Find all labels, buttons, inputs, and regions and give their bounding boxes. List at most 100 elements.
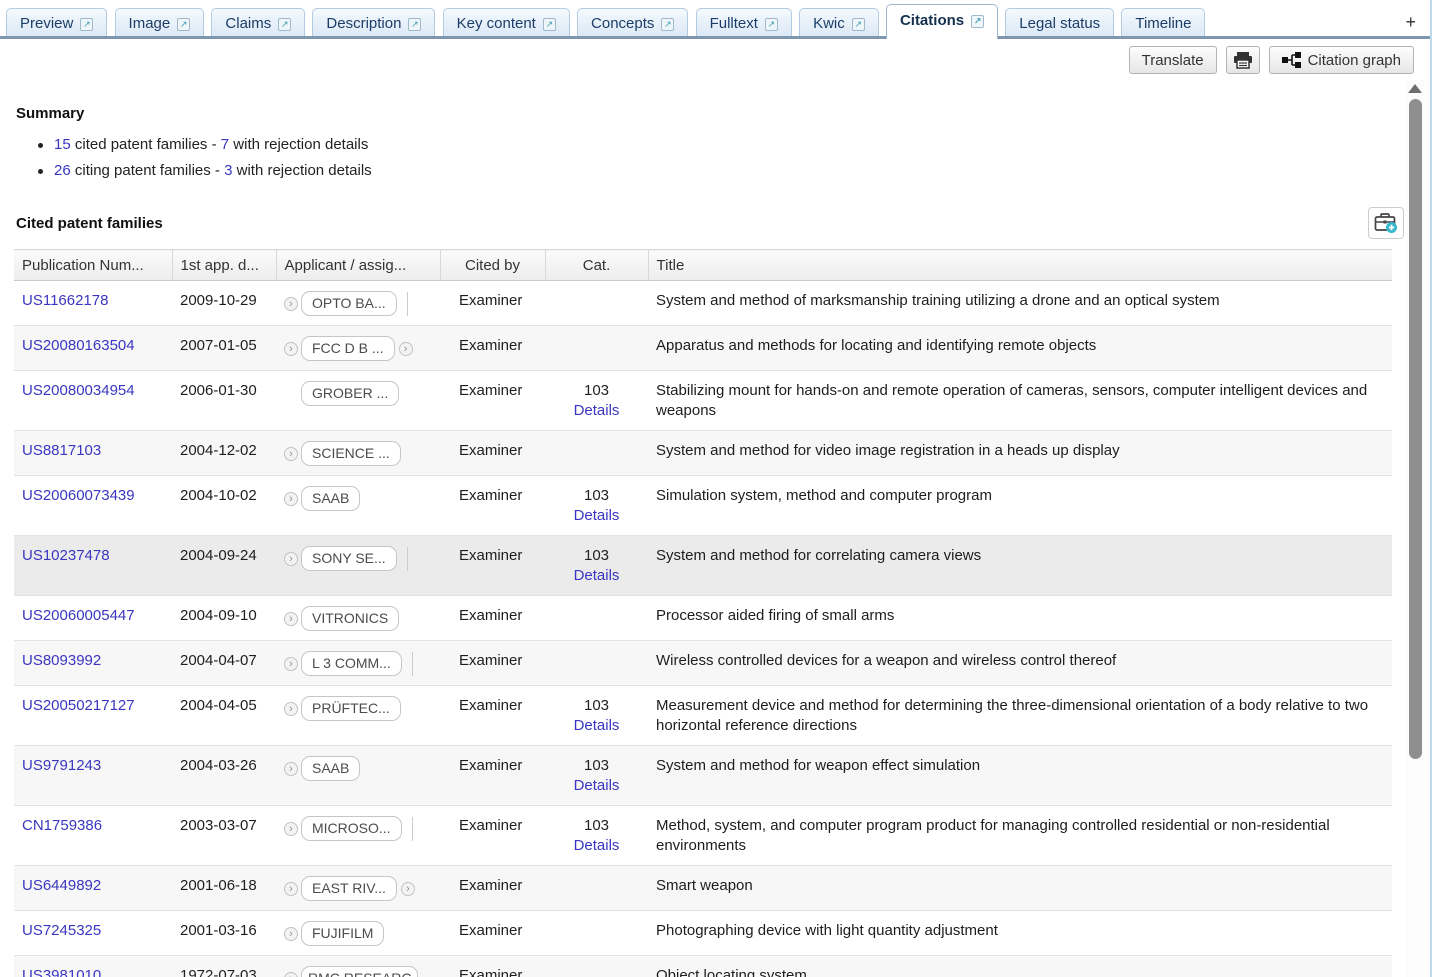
publication-link[interactable]: US20050217127: [22, 697, 135, 714]
details-link[interactable]: Details: [553, 506, 640, 526]
tab-preview[interactable]: Preview↗: [6, 8, 107, 39]
applicant-button[interactable]: EAST RIV...: [301, 876, 397, 901]
applicant-button[interactable]: SONY SE...: [301, 546, 397, 571]
filing-date: 2004-10-02: [180, 487, 257, 504]
applicant-button[interactable]: MICROSO...: [301, 816, 402, 841]
publication-link[interactable]: US7245325: [22, 922, 101, 939]
expand-applicant-icon[interactable]: ›: [284, 927, 298, 941]
add-to-portfolio-button[interactable]: [1368, 207, 1404, 239]
printer-icon: [1233, 51, 1253, 69]
tab-claims[interactable]: Claims↗: [211, 8, 305, 39]
cited-by-value: Examiner: [459, 487, 522, 504]
col-title[interactable]: Title: [648, 250, 1392, 281]
col-publication-number[interactable]: Publication Num...: [14, 250, 172, 281]
tab-concepts[interactable]: Concepts↗: [577, 8, 688, 39]
col-cited-by[interactable]: Cited by: [440, 250, 545, 281]
expand-applicant-icon[interactable]: ›: [284, 972, 298, 977]
applicant-button[interactable]: RMC RESEARC: [301, 966, 418, 977]
publication-link[interactable]: US3981010: [22, 967, 101, 977]
col-applicant[interactable]: Applicant / assig...: [276, 250, 440, 281]
tab-description[interactable]: Description↗: [312, 8, 435, 39]
publication-link[interactable]: US10237478: [22, 547, 110, 564]
filing-date: 2004-09-24: [180, 547, 257, 564]
add-tab-button[interactable]: +: [1405, 13, 1416, 31]
translate-button[interactable]: Translate: [1129, 46, 1217, 74]
applicant-button[interactable]: GROBER ...: [301, 381, 399, 406]
expand-applicant-icon[interactable]: ›: [284, 882, 298, 896]
print-button[interactable]: [1226, 46, 1260, 74]
expand-applicant-icon[interactable]: ›: [284, 822, 298, 836]
tab-label: Legal status: [1019, 15, 1100, 32]
tab-timeline[interactable]: Timeline: [1121, 8, 1205, 39]
expand-applicant-icon[interactable]: ›: [284, 702, 298, 716]
tab-legal-status[interactable]: Legal status: [1005, 8, 1114, 39]
publication-link[interactable]: US20080163504: [22, 337, 135, 354]
scrollbar-thumb[interactable]: [1409, 99, 1422, 759]
expand-applicant-icon[interactable]: ›: [284, 762, 298, 776]
applicant-button[interactable]: SCIENCE ...: [301, 441, 401, 466]
details-link[interactable]: Details: [553, 566, 640, 586]
publication-link[interactable]: US6449892: [22, 877, 101, 894]
applicant-button[interactable]: SAAB: [301, 486, 360, 511]
expand-applicant-icon[interactable]: ›: [284, 657, 298, 671]
citing-count-link[interactable]: 26: [54, 162, 71, 179]
external-link-icon[interactable]: ↗: [278, 18, 291, 31]
publication-link[interactable]: US20060005447: [22, 607, 135, 624]
tab-citations[interactable]: Citations↗: [886, 4, 998, 39]
more-applicants-icon[interactable]: ›: [401, 882, 415, 896]
external-link-icon[interactable]: ↗: [852, 18, 865, 31]
tab-key-content[interactable]: Key content↗: [443, 8, 570, 39]
external-link-icon[interactable]: ↗: [971, 15, 984, 28]
tab-image[interactable]: Image↗: [115, 8, 205, 39]
external-link-icon[interactable]: ↗: [765, 18, 778, 31]
external-link-icon[interactable]: ↗: [661, 18, 674, 31]
external-link-icon[interactable]: ↗: [408, 18, 421, 31]
expand-applicant-icon[interactable]: ›: [284, 447, 298, 461]
publication-link[interactable]: US8817103: [22, 442, 101, 459]
publication-link[interactable]: US9791243: [22, 757, 101, 774]
applicant-button[interactable]: FCC D B ...: [301, 336, 395, 361]
applicant-button[interactable]: PRÜFTEC...: [301, 696, 401, 721]
tab-kwic[interactable]: Kwic↗: [799, 8, 879, 39]
col-first-app-date[interactable]: 1st app. d...: [172, 250, 276, 281]
cited-by-value: Examiner: [459, 607, 522, 624]
more-applicants-icon[interactable]: ›: [399, 342, 413, 356]
external-link-icon[interactable]: ↗: [80, 18, 93, 31]
tab-fulltext[interactable]: Fulltext↗: [696, 8, 792, 39]
external-link-icon[interactable]: ↗: [177, 18, 190, 31]
scroll-up-arrow-icon[interactable]: [1408, 84, 1422, 93]
applicant-button[interactable]: OPTO BA...: [301, 291, 397, 316]
publication-link[interactable]: US20080034954: [22, 382, 135, 399]
table-row: US20080163504 2007-01-05 ›FCC D B ...› E…: [14, 326, 1392, 371]
applicant-button[interactable]: VITRONICS: [301, 606, 399, 631]
publication-link[interactable]: US8093992: [22, 652, 101, 669]
details-link[interactable]: Details: [553, 776, 640, 796]
citation-graph-button[interactable]: Citation graph: [1269, 46, 1414, 74]
filing-date: 2009-10-29: [180, 292, 257, 309]
details-link[interactable]: Details: [553, 716, 640, 736]
vertical-scrollbar[interactable]: [1406, 80, 1424, 977]
publication-link[interactable]: US11662178: [22, 292, 108, 309]
publication-link[interactable]: CN1759386: [22, 817, 102, 834]
details-link[interactable]: Details: [553, 401, 640, 421]
expand-applicant-icon[interactable]: ›: [284, 342, 298, 356]
patent-title: Apparatus and methods for locating and i…: [656, 337, 1096, 354]
applicant-button[interactable]: FUJIFILM: [301, 921, 384, 946]
expand-applicant-icon[interactable]: ›: [284, 297, 298, 311]
table-row: CN1759386 2003-03-07 ›MICROSO... Examine…: [14, 806, 1392, 866]
cited-count-link[interactable]: 15: [54, 136, 71, 153]
col-cat[interactable]: Cat.: [545, 250, 648, 281]
expand-applicant-icon[interactable]: ›: [284, 552, 298, 566]
filing-date: 2004-09-10: [180, 607, 257, 624]
applicant-button[interactable]: L 3 COMM...: [301, 651, 402, 676]
cited-patent-families-table: Publication Num... 1st app. d... Applica…: [14, 249, 1392, 977]
cited-by-value: Examiner: [459, 817, 522, 834]
external-link-icon[interactable]: ↗: [543, 18, 556, 31]
expand-applicant-icon[interactable]: ›: [284, 612, 298, 626]
applicant-button[interactable]: SAAB: [301, 756, 360, 781]
cited-rejection-count-link[interactable]: 7: [221, 136, 229, 153]
expand-applicant-icon[interactable]: ›: [284, 492, 298, 506]
details-link[interactable]: Details: [553, 836, 640, 856]
publication-link[interactable]: US20060073439: [22, 487, 135, 504]
summary-cited-item: 15 cited patent families - 7 with reject…: [38, 136, 1430, 153]
